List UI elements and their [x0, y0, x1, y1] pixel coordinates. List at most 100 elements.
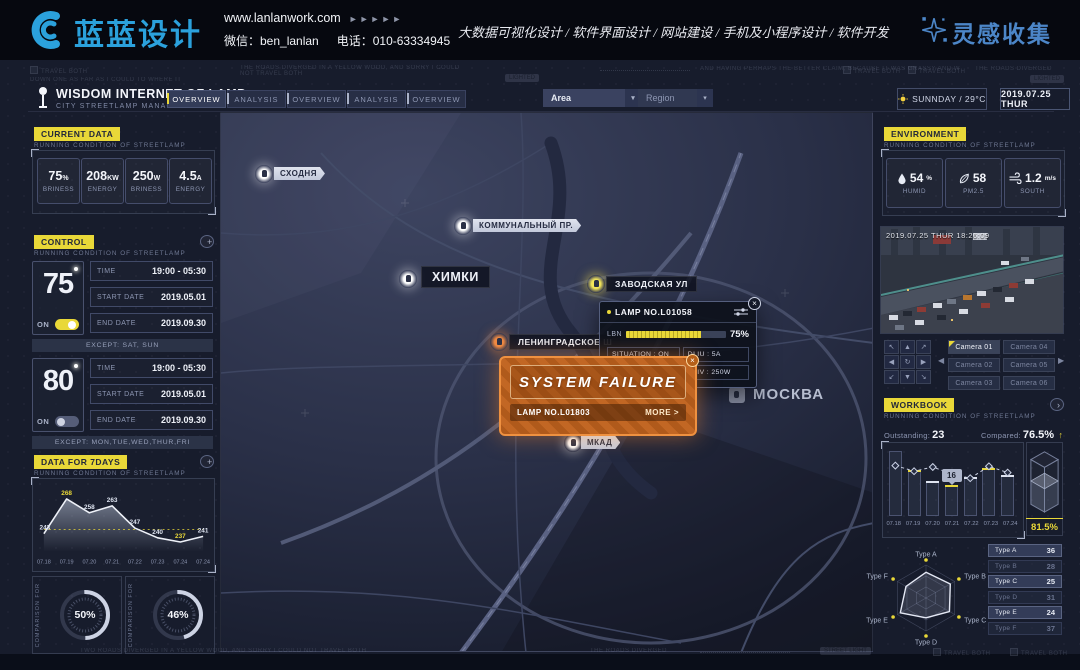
decor-checkbox-label: TRAVEL BOTH — [908, 66, 966, 75]
week-chart-subtitle: RUNNING CONDITION OF STREETLAMP — [34, 470, 186, 477]
reset-view-button[interactable]: ↻ — [900, 355, 915, 369]
data-point-label: 240 — [152, 529, 163, 536]
workbook-axis-label: 07.22 — [964, 521, 979, 527]
popup-close-button[interactable]: × — [748, 297, 761, 310]
place-label[interactable]: СХОДНЯ — [274, 167, 325, 180]
services-list: 大数据可视化设计 / 软件界面设计 / 网站建设 / 手机及小程序设计 / 软件… — [458, 22, 908, 41]
data-point-label: 268 — [61, 490, 72, 497]
pan-down-left-button[interactable]: ↙ — [884, 370, 899, 384]
camera-01-button[interactable]: Camera 01 — [948, 340, 1000, 354]
pan-right-button[interactable]: ▶ — [916, 355, 931, 369]
camera-05-button[interactable]: Camera 05 — [1003, 358, 1055, 372]
camera-02-button[interactable]: Camera 02 — [948, 358, 1000, 372]
environment-badge: ENVIRONMENT — [884, 127, 966, 141]
power-toggle-2[interactable] — [55, 416, 79, 427]
decor-poem: THE ROADS DIVERGED — [975, 66, 1052, 72]
camera-04-button[interactable]: Camera 04 — [1003, 340, 1055, 354]
bulb-icon — [74, 267, 78, 271]
workbook-axis-label: 07.21 — [945, 521, 960, 527]
tab-label: ANALYSIS — [234, 95, 278, 104]
pan-down-button[interactable]: ▼ — [900, 370, 915, 384]
workbook-axis-label: 07.18 — [886, 521, 901, 527]
up-arrow-icon: ↑ — [1059, 430, 1064, 440]
radar-axis-label: Type F — [866, 574, 887, 581]
power-toggle-1[interactable] — [55, 319, 79, 330]
type-row[interactable]: Type B28 — [988, 560, 1062, 573]
lamp-marker[interactable] — [564, 434, 582, 452]
city-lamp-chip — [729, 387, 745, 403]
radar-axis-label: Type C — [964, 618, 986, 625]
decor-poem: THE ROADS DIVERGED IN A YELLOW WOOD, AND… — [240, 65, 470, 77]
except-days-bar-2: EXCEPT: MON,TUE,WED,THUR,FRI — [32, 436, 213, 449]
pan-up-left-button[interactable]: ↖ — [884, 340, 899, 354]
tab-overview-3[interactable]: OVERVIEW — [407, 90, 466, 108]
tab-overview-2[interactable]: OVERVIEW — [287, 90, 346, 108]
current-data-badge: CURRENT DATA — [34, 127, 120, 141]
humidity-card: 54% HUMID — [886, 158, 943, 208]
wind-card: 1.2m/s SOUTH — [1004, 158, 1061, 208]
time-row[interactable]: TIME19:00 - 05:30 — [90, 358, 213, 378]
axis-label: 07.19 — [60, 560, 74, 566]
decor-poem: DOWN ONE AS FAR AS I COULD TO WHERE IT — [30, 77, 181, 83]
time-row[interactable]: TIME19:00 - 05:30 — [90, 261, 213, 281]
workbook-expand-button[interactable]: › — [1050, 398, 1064, 411]
except-days-bar-1: EXCEPT: SAT, SUN — [32, 339, 213, 352]
pan-down-right-button[interactable]: ↘ — [916, 370, 931, 384]
lamp-marker-warning[interactable] — [587, 275, 605, 293]
weather-widget: SUNNDAY / 29°C — [897, 88, 987, 110]
type-row[interactable]: Type A36 — [988, 544, 1062, 557]
on-label: ON — [37, 417, 49, 426]
lamp-marker[interactable] — [454, 217, 472, 235]
date-display: 2019.07.25 THUR — [1000, 88, 1070, 110]
place-label[interactable]: МКАД — [581, 436, 620, 449]
camera-prev-arrow[interactable]: ◀ — [938, 356, 944, 365]
settings-sliders-icon[interactable] — [733, 307, 749, 317]
decor-chip: STREET LIGHT — [820, 647, 871, 655]
region-select[interactable]: Region ▾ — [638, 89, 713, 107]
area-select[interactable]: Area ▾ — [543, 89, 641, 107]
alert-close-button[interactable]: × — [686, 354, 699, 367]
pan-up-button[interactable]: ▲ — [900, 340, 915, 354]
place-label[interactable]: ХИМКИ — [421, 266, 490, 288]
start-date-row[interactable]: START DATE2019.05.01 — [90, 287, 213, 307]
end-date-row[interactable]: END DATE2019.09.30 — [90, 313, 213, 333]
axis-label: 07.23 — [151, 560, 165, 566]
camera-feed[interactable]: 2019.07.25 THUR 18:26:09 — [880, 226, 1064, 334]
radar-axis-label: Type D — [915, 640, 937, 647]
tab-analysis-1[interactable]: ANALYSIS — [227, 90, 286, 108]
start-date-row[interactable]: START DATE2019.05.01 — [90, 384, 213, 404]
website-link[interactable]: www.lanlanwork.com — [224, 11, 341, 25]
city-map[interactable]: СХОДНЯ КОММУНАЛЬНЫЙ ПР. ХИМКИ ЗАВОДСКАЯ … — [220, 112, 873, 652]
tab-analysis-2[interactable]: ANALYSIS — [347, 90, 406, 108]
place-label[interactable]: ЗАВОДСКАЯ УЛ — [606, 276, 697, 292]
type-row[interactable]: Type D31 — [988, 591, 1062, 604]
environment-subtitle: RUNNING CONDITION OF STREETLAMP — [884, 142, 1036, 149]
week-chart-add-button[interactable]: + — [200, 455, 214, 468]
camera-03-button[interactable]: Camera 03 — [948, 376, 1000, 390]
end-date-row[interactable]: END DATE2019.09.30 — [90, 410, 213, 430]
radar-axis-label: Type E — [866, 618, 888, 625]
camera-06-button[interactable]: Camera 06 — [1003, 376, 1055, 390]
pan-left-button[interactable]: ◀ — [884, 355, 899, 369]
system-failure-alert[interactable]: × SYSTEM FAILURE LAMP NO.L01803 MORE > — [499, 356, 697, 436]
type-row[interactable]: Type E24 — [988, 606, 1062, 619]
type-row[interactable]: Type F37 — [988, 622, 1062, 635]
pan-up-right-button[interactable]: ↗ — [916, 340, 931, 354]
lamp-marker[interactable] — [399, 270, 417, 288]
bar-tooltip: 16 — [942, 469, 962, 482]
type-radar-chart: Type AType BType CType DType EType F — [866, 542, 992, 654]
place-label[interactable]: КОММУНАЛЬНЫЙ ПР. — [473, 219, 581, 232]
axis-label: 07.21 — [105, 560, 119, 566]
brand-name[interactable]: 蓝蓝设计 — [74, 10, 202, 54]
tab-overview-1[interactable]: OVERVIEW — [167, 90, 226, 108]
sun-icon — [898, 94, 908, 104]
lamp-marker[interactable] — [255, 165, 273, 183]
brightness-bar[interactable] — [626, 331, 726, 338]
lamp-marker-failure[interactable] — [490, 333, 508, 351]
control-add-button[interactable]: + — [200, 235, 214, 248]
more-button[interactable]: MORE > — [645, 408, 679, 417]
pm25-card: 58 PM2.5 — [945, 158, 1002, 208]
camera-next-arrow[interactable]: ▶ — [1058, 356, 1064, 365]
type-row[interactable]: Type C25 — [988, 575, 1062, 588]
inspiration-collect-label[interactable]: 灵感收集 — [952, 15, 1052, 49]
